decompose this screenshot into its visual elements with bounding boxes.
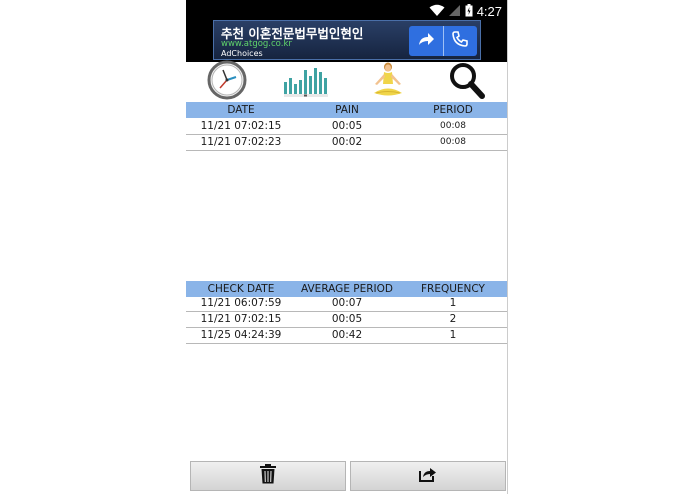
column-header-pain: PAIN [335,104,359,116]
cell-average-period: 00:42 [331,329,363,341]
table-row[interactable]: 11/21 07:02:23 00:02 00:08 [186,135,508,151]
cell-frequency: 2 [449,313,457,325]
phone-icon [452,31,469,51]
column-header-average-period: AVERAGE PERIOD [300,283,393,295]
screen-edge-right [507,0,508,494]
ad-banner[interactable]: 추천 이혼전문법무법인현인 www.atgog.co.kr AdChoices [213,20,481,60]
delete-button[interactable] [190,461,346,491]
cell-check-date: 11/21 07:02:15 [200,313,282,325]
share-icon [419,466,437,486]
cell-period: 00:08 [440,137,466,147]
cell-frequency: 1 [449,297,457,309]
search-button[interactable] [444,62,490,102]
toolbar [186,60,508,104]
cell-average-period: 00:05 [331,313,363,325]
ad-share-button[interactable] [409,26,443,56]
table-row[interactable]: 11/25 04:24:39 00:42 1 [186,328,508,344]
status-bar: 4:27 [186,0,508,20]
column-header-period: PERIOD [433,104,473,116]
column-header-date: DATE [227,104,255,116]
ad-area: 추천 이혼전문법무법인현인 www.atgog.co.kr AdChoices [186,20,508,62]
pain-table-header: DATE PAIN PERIOD [186,102,508,118]
clock-icon [206,60,248,104]
wifi-icon [429,2,445,21]
ad-choices[interactable]: AdChoices [221,49,263,58]
summary-table-header: CHECK DATE AVERAGE PERIOD FREQUENCY [186,281,508,297]
cell-pain: 00:02 [331,136,363,148]
cell-frequency: 1 [449,329,457,341]
chart-tool-button[interactable] [280,62,332,102]
forward-arrow-icon [417,31,435,51]
table-row[interactable]: 11/21 07:02:15 00:05 2 [186,312,508,328]
clock-time: 4:27 [476,4,502,19]
cell-check-date: 11/21 06:07:59 [200,297,282,309]
cell-pain: 00:05 [331,120,363,132]
timer-tool-button[interactable] [204,60,250,104]
yoga-icon [366,60,410,104]
signal-icon [448,2,461,21]
ad-call-button[interactable] [442,26,478,56]
search-icon [446,60,488,104]
trash-icon [259,464,277,488]
cell-average-period: 00:07 [331,297,363,309]
ad-actions [409,26,477,56]
ad-url: www.atgog.co.kr [221,39,292,49]
bar-chart-icon [280,60,332,104]
table-row[interactable]: 11/21 06:07:59 00:07 1 [186,296,508,312]
cell-check-date: 11/25 04:24:39 [200,329,282,341]
column-header-check-date: CHECK DATE [207,283,275,295]
battery-icon [465,2,473,21]
cell-date: 11/21 07:02:15 [200,120,282,132]
share-button[interactable] [350,461,506,491]
cell-period: 00:08 [440,121,466,131]
app-screen: 4:27 추천 이혼전문법무법인현인 www.atgog.co.kr AdCho… [186,0,508,494]
column-header-frequency: FREQUENCY [421,283,485,295]
relax-tool-button[interactable] [366,62,410,102]
cell-date: 11/21 07:02:23 [200,136,282,148]
table-row[interactable]: 11/21 07:02:15 00:05 00:08 [186,119,508,135]
